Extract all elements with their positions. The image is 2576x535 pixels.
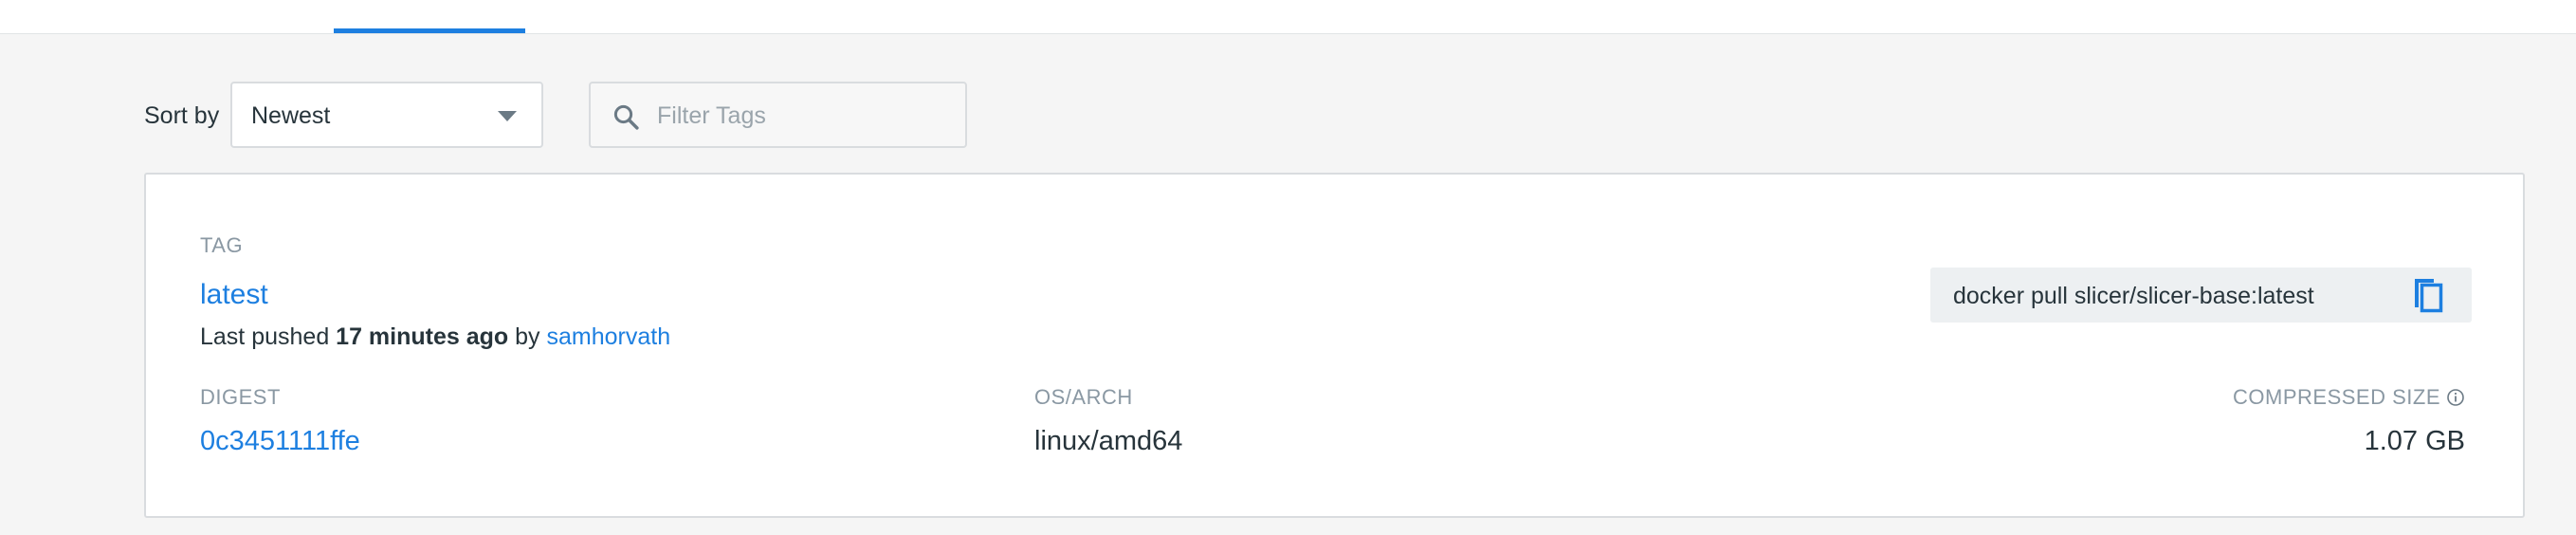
os-arch-label: OS/ARCH bbox=[1034, 385, 1133, 409]
sort-select-value: Newest bbox=[251, 102, 331, 129]
compressed-size-label: COMPRESSED SIZE bbox=[2233, 385, 2440, 409]
digest-label: DIGEST bbox=[200, 385, 281, 409]
tag-section-label: TAG bbox=[200, 233, 244, 257]
filter-tags-input[interactable] bbox=[657, 95, 951, 137]
pull-command-text: docker pull slicer/slicer-base:latest bbox=[1953, 283, 2314, 309]
os-arch-value: linux/amd64 bbox=[1034, 426, 1183, 456]
compressed-size-header: COMPRESSED SIZE bbox=[2233, 385, 2465, 410]
digest-link[interactable]: 0c3451111ffe bbox=[200, 426, 360, 457]
filter-tags-field[interactable] bbox=[589, 82, 967, 148]
pushed-time: 17 minutes ago bbox=[336, 323, 509, 350]
pushed-prefix: Last pushed bbox=[200, 323, 330, 350]
pull-command-box: docker pull slicer/slicer-base:latest bbox=[1930, 268, 2472, 323]
tag-name-link[interactable]: latest bbox=[200, 279, 268, 311]
chevron-down-icon bbox=[498, 111, 517, 121]
last-pushed-info: Last pushed 17 minutes ago by samhorvath bbox=[200, 323, 670, 351]
top-navigation-bar bbox=[0, 0, 2576, 34]
info-icon[interactable] bbox=[2446, 388, 2465, 407]
pushed-by-user-link[interactable]: samhorvath bbox=[546, 323, 670, 350]
copy-pull-command-button[interactable] bbox=[2407, 273, 2451, 317]
sort-by-label: Sort by bbox=[144, 102, 220, 129]
active-tab-indicator bbox=[334, 28, 525, 33]
compressed-size-value: 1.07 GB bbox=[2364, 426, 2465, 456]
sort-select[interactable]: Newest bbox=[230, 82, 543, 148]
tag-card: TAG latest Last pushed 17 minutes ago by… bbox=[144, 173, 2525, 518]
copy-icon bbox=[2415, 279, 2443, 313]
search-icon bbox=[613, 104, 639, 130]
pushed-by-word: by bbox=[515, 323, 540, 350]
